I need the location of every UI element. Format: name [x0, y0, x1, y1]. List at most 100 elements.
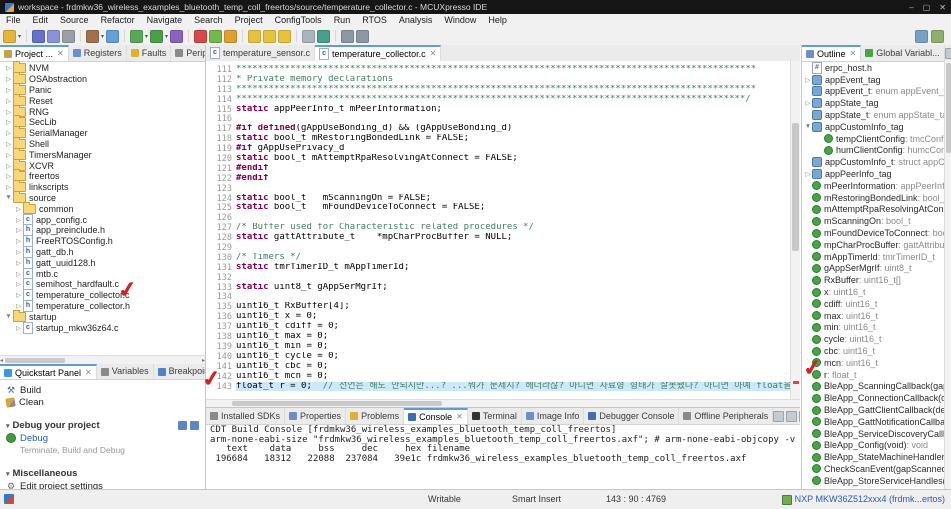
- code-text[interactable]: uint16_t mcn = 0;: [236, 372, 800, 382]
- tree-collapsed-arrow-icon[interactable]: ▷: [14, 237, 23, 245]
- word-wrap-icon[interactable]: [799, 410, 800, 422]
- outline-item-erpc-host-h[interactable]: # erpc_host.h: [802, 62, 945, 74]
- debug-console-icon[interactable]: [190, 421, 199, 430]
- target-device-link[interactable]: NXP MKW36Z512xxx4 (frdmk...ertos): [781, 490, 945, 509]
- left-tab-registers[interactable]: Registers: [69, 45, 127, 61]
- quickstart-clean[interactable]: Clean: [5, 396, 199, 408]
- tree-item-common[interactable]: ▷ common: [0, 201, 205, 214]
- tree-item-freertos[interactable]: ▷ freertos: [0, 169, 205, 182]
- outline-item-bleapp-connectioncallback-devi[interactable]: BleApp_ConnectionCallback(devi...: [802, 392, 945, 404]
- close-icon[interactable]: ✕: [456, 411, 463, 423]
- outline-vscroll-thumb[interactable]: [946, 63, 951, 153]
- code-text[interactable]: ****************************************…: [236, 85, 800, 95]
- bottomleft-tab-variables[interactable]: Variables: [97, 364, 154, 379]
- code-text[interactable]: [236, 243, 800, 253]
- close-icon[interactable]: ✕: [430, 48, 437, 60]
- tree-collapsed-arrow-icon[interactable]: ▷: [4, 97, 13, 105]
- code-text[interactable]: uint16_t cbc = 0;: [236, 362, 800, 372]
- menu-run[interactable]: Run: [328, 14, 357, 27]
- maximize-button[interactable]: ▢: [923, 3, 931, 12]
- console-tab-terminal[interactable]: Terminal: [468, 408, 522, 424]
- outline-item-mscanningon[interactable]: mScanningOn : bool_t: [802, 215, 945, 227]
- clear-console-icon[interactable]: [773, 410, 785, 422]
- dropdown-caret-icon[interactable]: ▾: [165, 33, 168, 40]
- tree-collapsed-arrow-icon[interactable]: ▷: [4, 151, 13, 159]
- menu-refactor[interactable]: Refactor: [95, 14, 141, 27]
- code-text[interactable]: [236, 273, 800, 283]
- tree-item-seclib[interactable]: ▷ SecLib: [0, 115, 205, 128]
- outline-collapsed-arrow-icon[interactable]: ▷: [804, 76, 812, 84]
- outline-tab-outline[interactable]: Outline ✕: [802, 45, 862, 61]
- tree-item-rng[interactable]: ▷ RNG: [0, 104, 205, 117]
- save-all-icon[interactable]: [47, 29, 61, 43]
- outline-item-bleapp-storeservicehandles-gatt[interactable]: BleApp_StoreServiceHandles(gatt...: [802, 475, 945, 487]
- tree-collapsed-arrow-icon[interactable]: ▷: [4, 183, 13, 191]
- tree-item-freertosconfig-h[interactable]: ▷ h FreeRTOSConfig.h: [0, 235, 205, 248]
- tree-collapsed-arrow-icon[interactable]: ▷: [14, 302, 23, 310]
- console-tab-problems[interactable]: Problems: [346, 408, 405, 424]
- debug-icon[interactable]: [130, 29, 144, 43]
- back-icon[interactable]: [341, 29, 355, 43]
- outline-collapsed-arrow-icon[interactable]: ▷: [804, 99, 812, 107]
- left-tab-periphe[interactable]: Periphe...: [171, 45, 205, 61]
- outline-item-mapptimerid[interactable]: mAppTimerId : tmrTimerID_t: [802, 251, 945, 263]
- perspective-develop-icon[interactable]: [915, 29, 928, 43]
- outline-item-appstate-t[interactable]: appState_t : enum appState_tag: [802, 109, 945, 121]
- editor-hscroll-thumb[interactable]: [232, 401, 442, 406]
- close-button[interactable]: ✕: [939, 3, 946, 12]
- outline-item-gappsermgrif[interactable]: gAppSerMgrIf : uint8_t: [802, 263, 945, 275]
- profile-icon[interactable]: [170, 29, 184, 43]
- forward-icon[interactable]: [356, 29, 370, 43]
- terminate-icon[interactable]: [194, 29, 208, 43]
- console-tab-image-info[interactable]: Image Info: [522, 408, 585, 424]
- step-return-icon[interactable]: [278, 29, 292, 43]
- console-tab-console[interactable]: Console ✕: [404, 408, 468, 424]
- code-text[interactable]: #endif: [236, 164, 800, 174]
- tree-item-nvm[interactable]: ▷ NVM: [0, 61, 205, 74]
- code-text[interactable]: static gattAttribute_t *mpCharProcBuffer…: [236, 233, 800, 243]
- minimize-button[interactable]: –: [909, 3, 913, 12]
- build-icon[interactable]: [86, 29, 100, 43]
- tree-item-startup[interactable]: ▼ startup: [0, 309, 205, 322]
- outline-item-appcustominfo-t[interactable]: appCustomInfo_t : struct appCus...: [802, 156, 945, 168]
- code-text[interactable]: /* Timers */: [236, 253, 800, 263]
- outline-item-appevent-t[interactable]: appEvent_t : enum appEvent_tag: [802, 86, 945, 98]
- outline-expanded-arrow-icon[interactable]: ▼: [804, 123, 812, 130]
- tree-item-serialmanager[interactable]: ▷ SerialManager: [0, 126, 205, 139]
- tree-item-temperature-collector-h[interactable]: ▷ h temperature_collector.h: [0, 299, 205, 312]
- code-text[interactable]: * Private memory declarations: [236, 75, 800, 85]
- close-icon[interactable]: ✕: [57, 48, 64, 60]
- outline-item-mrestoringbondedlink[interactable]: mRestoringBondedLink : bool_t: [802, 192, 945, 204]
- outline-item-bleapp-statemachinehandler-de[interactable]: BleApp_StateMachineHandler(de...: [802, 451, 945, 463]
- code-text[interactable]: uint16_t RxBuffer[4];: [236, 302, 800, 312]
- tree-collapsed-arrow-icon[interactable]: ▷: [14, 248, 23, 256]
- menu-help[interactable]: Help: [482, 14, 513, 27]
- tree-collapsed-arrow-icon[interactable]: ▷: [14, 216, 23, 224]
- outline-item-mpeerinformation[interactable]: mPeerInformation : appPeerInfo...: [802, 180, 945, 192]
- tree-item-gatt-db-h[interactable]: ▷ h gatt_db.h: [0, 245, 205, 258]
- code-text[interactable]: #if gAppUsePrivacy_d: [236, 144, 800, 154]
- outline-item-mpcharprocbuffer[interactable]: mpCharProcBuffer : gattAttribute...: [802, 239, 945, 251]
- resume-icon[interactable]: [209, 29, 223, 43]
- tree-collapsed-arrow-icon[interactable]: ▷: [4, 172, 13, 180]
- quickstart-section-miscellaneous[interactable]: ▾ Miscellaneous: [6, 467, 199, 480]
- suspend-icon[interactable]: [224, 29, 238, 43]
- quickstart-terminate-build-and-debug[interactable]: Terminate, Build and Debug: [6, 444, 199, 456]
- outline-item-mfounddevicetoconnect[interactable]: mFoundDeviceToConnect : bool...: [802, 227, 945, 239]
- outline-item-max[interactable]: max : uint16_t: [802, 310, 945, 322]
- menu-edit[interactable]: Edit: [27, 14, 55, 27]
- tree-item-panic[interactable]: ▷ Panic: [0, 82, 205, 96]
- code-text[interactable]: float_t r = 0; // 선언은 해도 안되지만...? ...뭐가 …: [236, 381, 800, 392]
- tree-collapsed-arrow-icon[interactable]: ▷: [4, 162, 13, 170]
- sort-icon[interactable]: [944, 47, 951, 59]
- code-text[interactable]: [236, 292, 800, 302]
- code-text[interactable]: [236, 213, 800, 223]
- outline-item-r[interactable]: r : float_t: [802, 369, 945, 381]
- run-icon[interactable]: [150, 29, 164, 43]
- tree-collapsed-arrow-icon[interactable]: ▷: [4, 140, 13, 148]
- console-line[interactable]: 196684 18312 22088 237084 39e1c frdmkw36…: [210, 454, 796, 465]
- tree-collapsed-arrow-icon[interactable]: ▷: [4, 86, 13, 94]
- code-text[interactable]: uint16_t max = 0;: [236, 332, 800, 342]
- dropdown-caret-icon[interactable]: ▾: [18, 33, 21, 40]
- left-tab-faults[interactable]: Faults: [127, 45, 172, 61]
